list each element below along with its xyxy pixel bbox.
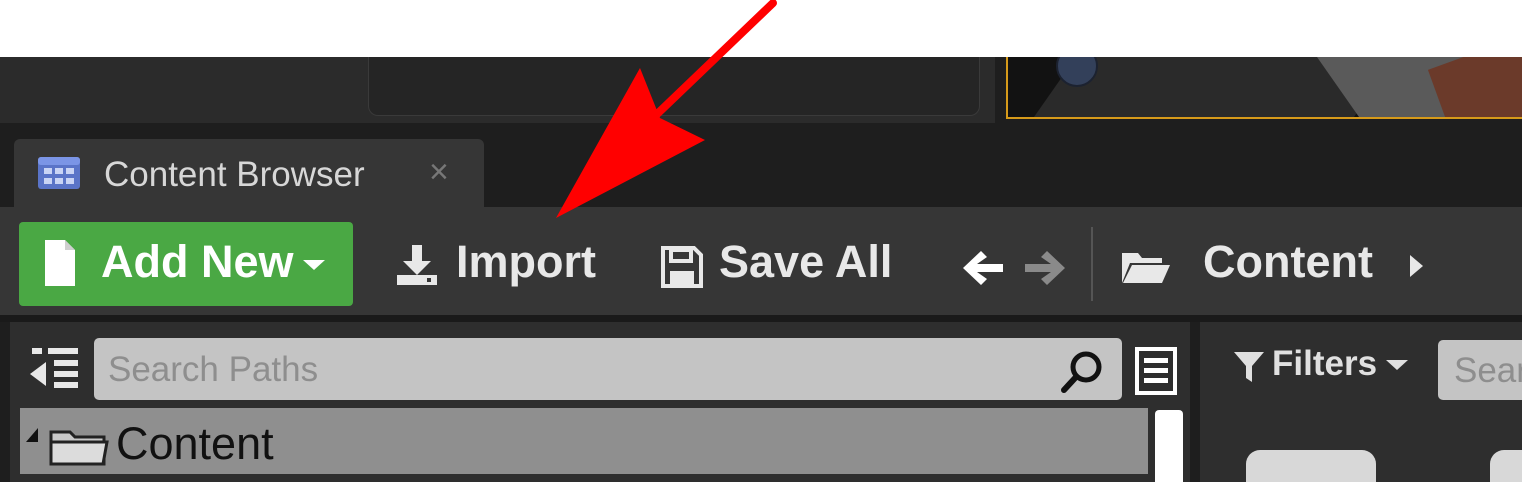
new-document-icon [45,240,75,286]
tab-content-browser[interactable]: Content Browser × [14,139,484,207]
expanded-arrow-icon[interactable] [26,428,38,442]
asset-thumbnail[interactable] [1246,450,1376,482]
chevron-right-icon[interactable] [1410,255,1423,277]
content-browser-icon [38,157,80,189]
add-new-label: Add New [101,236,294,287]
filter-icon[interactable] [1234,350,1264,384]
scrollbar-thumb[interactable] [1155,410,1183,482]
asset-thumbnail[interactable] [1490,450,1522,482]
divider [0,315,1522,322]
search-paths-box [94,338,1122,400]
toolbar-separator [1091,227,1093,301]
import-button[interactable]: Import [456,236,596,288]
asset-search-box [1438,340,1522,400]
search-icon[interactable] [1060,350,1104,394]
level-viewport[interactable] [1006,57,1522,119]
tree-item-content[interactable]: Content [20,408,1148,474]
tab-label: Content Browser [104,155,365,194]
forward-arrow-icon[interactable] [1023,249,1067,287]
assets-panel: Filters [1200,322,1522,482]
top-panel-inner [368,57,980,116]
filters-button[interactable]: Filters [1272,344,1377,384]
close-icon[interactable]: × [429,153,449,192]
tree-item-label: Content [116,418,274,469]
open-folder-icon [1122,253,1170,283]
save-all-button[interactable]: Save All [719,236,892,288]
import-icon[interactable] [395,245,439,287]
sources-panel: Content [10,322,1190,482]
search-assets-input[interactable] [1452,348,1522,394]
save-icon[interactable] [660,245,704,289]
folder-icon [49,430,109,466]
chevron-down-icon [303,260,325,270]
add-new-button[interactable]: Add New [19,222,353,306]
list-view-icon[interactable] [1134,346,1178,396]
viewport-geometry [1427,57,1522,117]
content-browser-toolbar: Add New Import Save All Content [0,207,1522,315]
top-panel [0,57,995,123]
breadcrumb-content[interactable]: Content [1203,236,1373,288]
search-paths-input[interactable] [106,346,1050,394]
chevron-down-icon[interactable] [1386,360,1408,370]
editor-window: Content Browser × Add New Import Save Al… [0,57,1522,482]
back-arrow-icon[interactable] [961,249,1005,287]
collapse-sources-icon[interactable] [28,346,80,390]
